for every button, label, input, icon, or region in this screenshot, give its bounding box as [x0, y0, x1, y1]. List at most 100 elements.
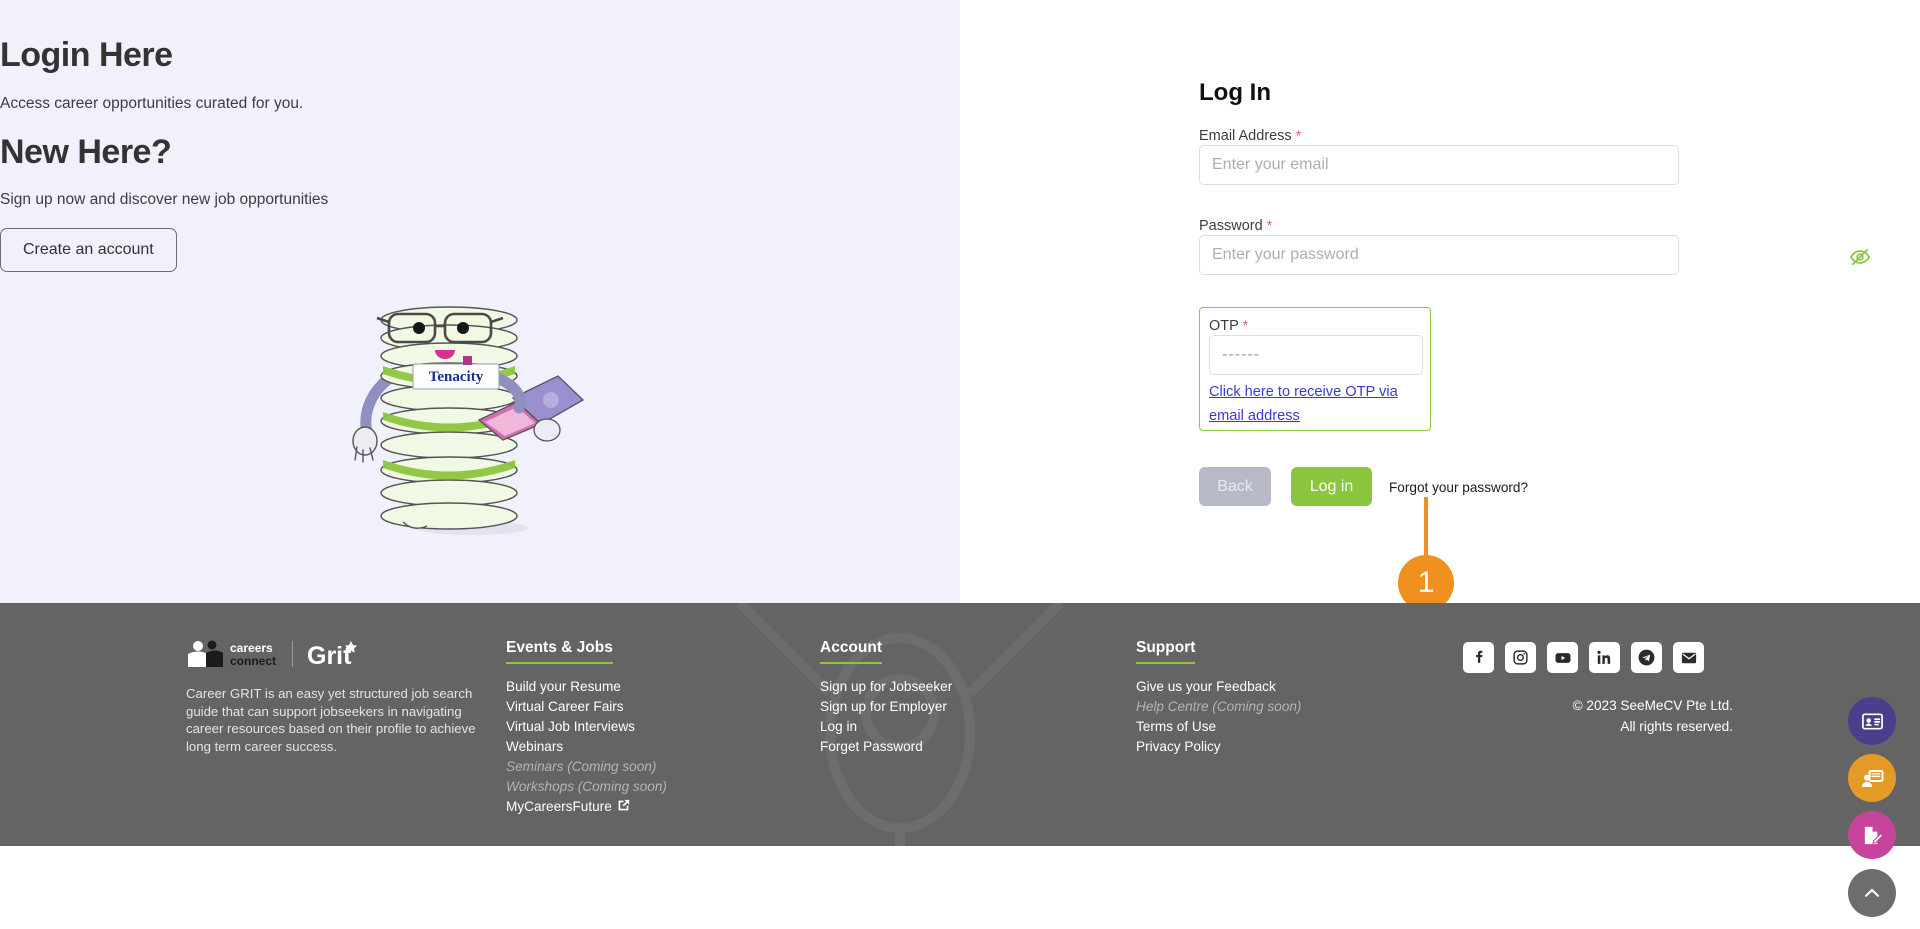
id-card-icon: [1861, 712, 1883, 730]
footer-link-label: Webinars: [506, 739, 564, 754]
mascot-name-tag-text: Tenacity: [429, 369, 484, 385]
footer-logo-divider: [292, 641, 293, 667]
footer-link-disabled: Seminars (Coming soon): [506, 757, 667, 777]
footer-link[interactable]: Privacy Policy: [1136, 737, 1301, 757]
youtube-icon: [1555, 652, 1570, 663]
presentation-icon: [1861, 770, 1884, 787]
login-button[interactable]: Log in: [1291, 467, 1372, 506]
otp-group: OTP * Click here to receive OTP via emai…: [1199, 307, 1431, 431]
login-form-heading: Log In: [1199, 79, 1271, 106]
chevron-up-icon: [1865, 888, 1879, 897]
copyright-line-2: All rights reserved.: [1620, 719, 1733, 734]
footer-link-label: Log in: [820, 719, 858, 734]
footer-link-label: Sign up for Jobseeker: [820, 679, 953, 694]
footer-link-label: Build your Resume: [506, 679, 621, 694]
footer-link[interactable]: Forget Password: [820, 737, 952, 757]
presentation-fab[interactable]: [1848, 754, 1896, 802]
instagram-link[interactable]: [1505, 642, 1536, 673]
footer-heading-support: Support: [1136, 639, 1196, 664]
password-field-label: Password *: [1199, 217, 1272, 234]
email-label-text: Email Address: [1199, 128, 1292, 144]
hero-right-panel: [960, 0, 1920, 603]
telegram-link[interactable]: [1631, 642, 1662, 673]
login-here-subtitle: Access career opportunities curated for …: [0, 95, 304, 112]
youtube-link[interactable]: [1547, 642, 1578, 673]
footer-column-account: Account Sign up for Jobseeker Sign up fo…: [820, 639, 952, 757]
login-here-heading: Login Here: [0, 36, 173, 74]
footer-link[interactable]: Log in: [820, 717, 952, 737]
password-input[interactable]: [1199, 235, 1679, 275]
footer-link[interactable]: Give us your Feedback: [1136, 677, 1301, 697]
footer-link-label: Seminars (Coming soon): [506, 759, 657, 774]
footer-link-external[interactable]: MyCareersFuture: [506, 797, 667, 817]
footer-link-label: Workshops (Coming soon): [506, 779, 667, 794]
footer-links-account: Sign up for Jobseeker Sign up for Employ…: [820, 677, 952, 757]
forgot-password-link[interactable]: Forgot your password?: [1389, 480, 1528, 495]
footer-link-label: Sign up for Employer: [820, 699, 947, 714]
back-button[interactable]: Back: [1199, 467, 1271, 506]
telegram-icon: [1638, 649, 1655, 666]
careers-connect-logo-icon: careers connect: [188, 640, 276, 668]
email-field-label: Email Address *: [1199, 127, 1301, 144]
otp-required-asterisk: *: [1242, 317, 1249, 333]
email-required-asterisk: *: [1295, 127, 1302, 143]
grit-logo-icon: Grit: [307, 641, 357, 669]
email-input[interactable]: [1199, 145, 1679, 185]
footer-link[interactable]: Virtual Job Interviews: [506, 717, 667, 737]
facebook-link[interactable]: [1463, 642, 1494, 673]
linkedin-link[interactable]: [1589, 642, 1620, 673]
email-icon: [1681, 652, 1696, 663]
footer-link-label: Virtual Career Fairs: [506, 699, 624, 714]
svg-text:careers: careers: [230, 641, 273, 655]
footer-link[interactable]: Terms of Use: [1136, 717, 1301, 737]
document-edit-fab[interactable]: [1848, 811, 1896, 859]
hero-section: Login Here Access career opportunities c…: [0, 0, 1920, 611]
create-account-button[interactable]: Create an account: [0, 228, 177, 272]
otp-label-text: OTP: [1209, 318, 1239, 334]
footer-link[interactable]: Sign up for Jobseeker: [820, 677, 952, 697]
eye-off-icon: [1849, 248, 1871, 266]
linkedin-icon: [1597, 650, 1611, 664]
footer-social-column: © 2023 SeeMeCV Pte Ltd. All rights reser…: [1463, 642, 1733, 737]
footer-links-events-jobs: Build your Resume Virtual Career Fairs V…: [506, 677, 667, 817]
external-link-icon: [618, 799, 629, 811]
footer-link[interactable]: Virtual Career Fairs: [506, 697, 667, 717]
footer-heading-events-jobs: Events & Jobs: [506, 639, 613, 664]
scroll-to-top-fab[interactable]: [1848, 869, 1896, 917]
svg-text:Grit: Grit: [307, 642, 352, 669]
otp-field-label: OTP *: [1209, 317, 1248, 334]
footer-links-support: Give us your Feedback Help Centre (Comin…: [1136, 677, 1301, 757]
footer-link[interactable]: Sign up for Employer: [820, 697, 952, 717]
mascot-illustration: Tenacity: [345, 290, 605, 540]
social-icon-row: [1463, 642, 1733, 673]
footer-logo: careers connect Grit: [186, 639, 476, 669]
footer-link-label: Help Centre (Coming soon): [1136, 699, 1302, 714]
footer-link[interactable]: Build your Resume: [506, 677, 667, 697]
footer-link-label: Forget Password: [820, 739, 923, 754]
id-card-fab[interactable]: [1848, 697, 1896, 745]
footer-link-label: Privacy Policy: [1136, 739, 1221, 754]
facebook-icon: [1476, 650, 1483, 663]
copyright-line-1: © 2023 SeeMeCV Pte Ltd.: [1572, 698, 1733, 713]
footer-brand-column: careers connect Grit Career GRIT is an e…: [186, 639, 476, 755]
instagram-icon: [1513, 650, 1528, 665]
otp-input[interactable]: [1209, 335, 1423, 375]
footer-link-label: MyCareersFuture: [506, 799, 612, 814]
footer-link-disabled: Help Centre (Coming soon): [1136, 697, 1301, 717]
password-label-text: Password: [1199, 218, 1263, 234]
email-link[interactable]: [1673, 642, 1704, 673]
password-required-asterisk: *: [1266, 217, 1273, 233]
footer-link[interactable]: Webinars: [506, 737, 667, 757]
footer-copyright: © 2023 SeeMeCV Pte Ltd. All rights reser…: [1463, 695, 1733, 737]
site-footer: careers connect Grit Career GRIT is an e…: [0, 603, 1920, 846]
receive-otp-link[interactable]: Click here to receive OTP via email addr…: [1209, 380, 1423, 428]
footer-link-label: Virtual Job Interviews: [506, 719, 635, 734]
footer-column-support: Support Give us your Feedback Help Centr…: [1136, 639, 1301, 757]
toggle-password-visibility-button[interactable]: [1849, 246, 1871, 268]
new-here-heading: New Here?: [0, 133, 172, 171]
footer-column-events-jobs: Events & Jobs Build your Resume Virtual …: [506, 639, 667, 817]
tenacity-mascot-svg: Tenacity: [352, 306, 585, 535]
hero-left-panel: Login Here Access career opportunities c…: [0, 0, 960, 603]
footer-heading-account: Account: [820, 639, 882, 664]
new-here-subtitle: Sign up now and discover new job opportu…: [0, 191, 329, 208]
